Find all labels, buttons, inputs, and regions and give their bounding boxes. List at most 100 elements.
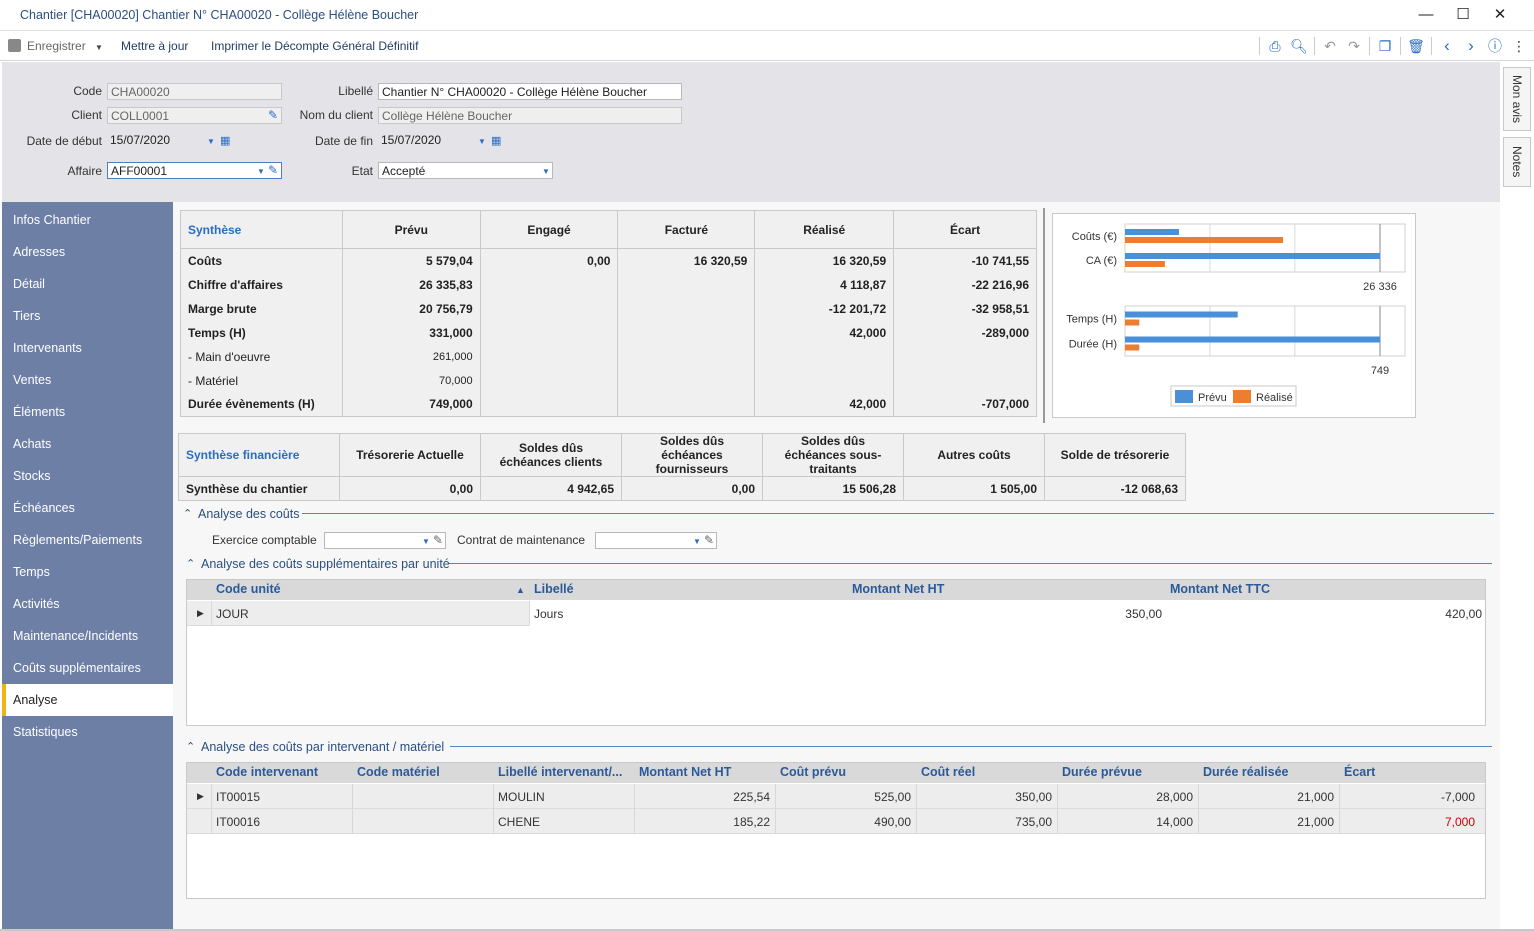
- contrat-dropdown-icon[interactable]: ▼: [693, 537, 701, 546]
- sidebar-item-2[interactable]: Détail: [2, 268, 173, 300]
- table-row[interactable]: ▶ IT00015 MOULIN 225,54 525,00 350,00 28,000 21…: [187, 784, 1485, 809]
- etat-select[interactable]: Accepté: [378, 162, 553, 179]
- edit-affaire-icon[interactable]: ✎: [268, 163, 278, 177]
- column-separator: [493, 809, 494, 834]
- synthese-ecart-cell: -10 741,55: [893, 248, 1037, 273]
- end-date-dropdown-icon[interactable]: ▼: [478, 137, 486, 146]
- undo-icon[interactable]: ↶: [1321, 38, 1339, 54]
- toolbar: Enregistrer ▼ Mettre à jour Imprimer le …: [0, 31, 1534, 61]
- sort-asc-icon[interactable]: ▲: [516, 585, 525, 595]
- delete-icon[interactable]: 🗑︎: [1407, 38, 1425, 54]
- col-code-materiel[interactable]: Code matériel: [357, 765, 440, 779]
- edit-exercice-icon[interactable]: ✎: [433, 533, 443, 547]
- synthese-row-label: Chiffre d'affaires: [180, 272, 343, 297]
- end-date-field[interactable]: 15/07/2020: [378, 132, 488, 149]
- minimize-button[interactable]: —: [1412, 4, 1440, 26]
- save-dropdown-icon[interactable]: ▼: [95, 43, 103, 52]
- close-button[interactable]: ✕: [1486, 4, 1514, 26]
- tab-notes[interactable]: Notes: [1503, 137, 1531, 187]
- print-final-button[interactable]: Imprimer le Décompte Général Définitif: [211, 39, 418, 53]
- save-icon[interactable]: [8, 39, 21, 52]
- edit-contrat-icon[interactable]: ✎: [704, 533, 714, 547]
- title-bar: Chantier [CHA00020] Chantier N° CHA00020…: [0, 0, 1534, 31]
- save-button[interactable]: Enregistrer: [27, 39, 86, 53]
- column-separator: [493, 784, 494, 809]
- collapse-intervenant-icon[interactable]: ⌃: [186, 740, 195, 753]
- sidebar-item-6[interactable]: Éléments: [2, 396, 173, 428]
- col-montant-ht[interactable]: Montant Net HT: [639, 765, 731, 779]
- help-icon[interactable]: ⓘ: [1486, 38, 1504, 54]
- synthese-chart: Coûts (€) CA (€) 26 336 Temps (H) Durée (H) 7…: [1052, 213, 1416, 418]
- prev-icon[interactable]: ‹: [1438, 37, 1456, 54]
- client-field[interactable]: COLL0001: [107, 107, 282, 124]
- sidebar-item-11[interactable]: Temps: [2, 556, 173, 588]
- fin-value: 0,00: [339, 476, 481, 501]
- sidebar-item-7[interactable]: Achats: [2, 428, 173, 460]
- sidebar-item-3[interactable]: Tiers: [2, 300, 173, 332]
- col-code-intervenant[interactable]: Code intervenant: [216, 765, 318, 779]
- collapse-analyse-icon[interactable]: ⌃: [183, 507, 192, 520]
- sidebar-item-1[interactable]: Adresses: [2, 236, 173, 268]
- col-montant-ht[interactable]: Montant Net HT: [852, 582, 944, 596]
- client-name-field[interactable]: Collège Hélène Boucher: [378, 107, 682, 124]
- collapse-unite-icon[interactable]: ⌃: [186, 557, 195, 570]
- more-icon[interactable]: ⋮: [1510, 38, 1528, 54]
- toolbar-separator: [1369, 37, 1370, 55]
- update-button[interactable]: Mettre à jour: [121, 39, 188, 53]
- col-ecart[interactable]: Écart: [1344, 765, 1375, 779]
- start-date-field[interactable]: 15/07/2020: [107, 132, 217, 149]
- print-icon[interactable]: ⎙: [1266, 38, 1284, 54]
- table-row[interactable]: IT00016 CHENE 185,22 490,00 735,00 14,000 21,0…: [187, 809, 1485, 834]
- affaire-field[interactable]: AFF00001: [107, 162, 282, 179]
- sidebar-item-9[interactable]: Échéances: [2, 492, 173, 524]
- start-date-calendar-icon[interactable]: ▦: [220, 134, 230, 147]
- synthese-facture-cell: [617, 344, 756, 369]
- sidebar-item-13[interactable]: Maintenance/Incidents: [2, 620, 173, 652]
- row-indicator-icon: ▶: [197, 791, 204, 801]
- col-montant-ttc[interactable]: Montant Net TTC: [1170, 582, 1270, 596]
- tab-mon-avis[interactable]: Mon avis: [1503, 67, 1531, 131]
- sidebar-item-12[interactable]: Activités: [2, 588, 173, 620]
- synthese-ecart-cell: -289,000: [893, 320, 1037, 345]
- end-date-calendar-icon[interactable]: ▦: [491, 134, 501, 147]
- section-divider: [449, 563, 1492, 564]
- affaire-dropdown-icon[interactable]: ▼: [257, 167, 265, 176]
- synthese-realise-cell: 42,000: [754, 320, 895, 345]
- intervenant-title: Analyse des coûts par intervenant / maté…: [201, 740, 445, 754]
- col-cout-reel[interactable]: Coût réel: [921, 765, 975, 779]
- sidebar-item-5[interactable]: Ventes: [2, 364, 173, 396]
- next-icon[interactable]: ›: [1462, 37, 1480, 54]
- sidebar-item-10[interactable]: Règlements/Paiements: [2, 524, 173, 556]
- cell-ttc: 420,00: [1445, 607, 1482, 621]
- start-date-dropdown-icon[interactable]: ▼: [207, 137, 215, 146]
- sidebar-item-15[interactable]: Analyse: [2, 684, 173, 716]
- col-duree-prevue[interactable]: Durée prévue: [1062, 765, 1142, 779]
- sidebar-item-4[interactable]: Intervenants: [2, 332, 173, 364]
- sidebar-item-8[interactable]: Stocks: [2, 460, 173, 492]
- redo-icon[interactable]: ↷: [1345, 38, 1363, 54]
- edit-client-icon[interactable]: ✎: [268, 108, 278, 122]
- col-code-unite[interactable]: Code unité: [216, 582, 281, 596]
- sidebar-item-0[interactable]: Infos Chantier: [2, 204, 173, 236]
- toolbar-separator: [1431, 37, 1432, 55]
- code-field[interactable]: CHA00020: [107, 83, 282, 100]
- sidebar-item-16[interactable]: Statistiques: [2, 716, 173, 748]
- chart-bar-prevu: [1125, 253, 1380, 259]
- col-libelle-intervenant[interactable]: Libellé intervenant/...: [498, 765, 622, 779]
- exercice-dropdown-icon[interactable]: ▼: [422, 537, 430, 546]
- etat-dropdown-icon[interactable]: ▼: [542, 167, 550, 176]
- maximize-button[interactable]: ☐: [1449, 4, 1477, 26]
- copy-icon[interactable]: ❐: [1376, 38, 1394, 54]
- chart-bar-realise: [1125, 237, 1284, 243]
- preview-icon[interactable]: 🔍︎: [1290, 38, 1308, 54]
- fin-value: 1 505,00: [903, 476, 1045, 501]
- col-libelle[interactable]: Libellé: [534, 582, 574, 596]
- sidebar-item-14[interactable]: Coûts supplémentaires: [2, 652, 173, 684]
- libelle-field[interactable]: Chantier N° CHA00020 - Collège Hélène Bo…: [378, 83, 682, 100]
- table-row[interactable]: ▶ JOUR Jours 350,00 420,00: [187, 601, 1485, 626]
- synthese-row: Marge brute 20 756,79 -12 201,72 -32 958,51: [180, 296, 1037, 321]
- cell-ht: 185,22: [733, 815, 770, 829]
- contrat-label: Contrat de maintenance: [457, 533, 586, 547]
- col-duree-realisee[interactable]: Durée réalisée: [1203, 765, 1288, 779]
- col-cout-prevu[interactable]: Coût prévu: [780, 765, 846, 779]
